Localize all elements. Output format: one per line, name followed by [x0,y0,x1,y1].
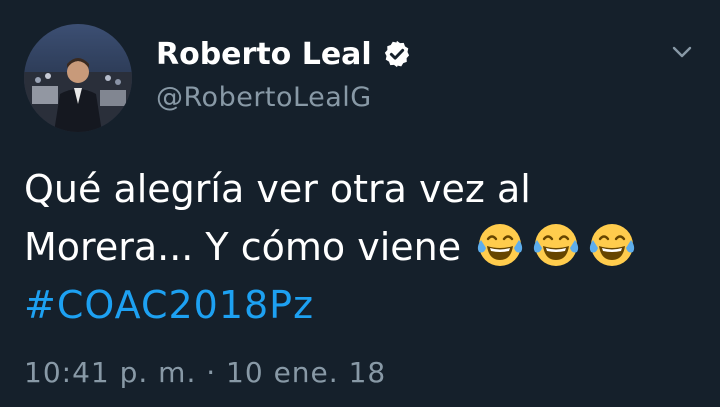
tweet-text-line-2: Morera... Y cómo viene [24,218,696,276]
tweet-card: Roberto Leal @RobertoLealG Qué alegría v… [0,0,720,407]
emoji-group [475,220,637,270]
tears-of-joy-emoji-icon [587,220,637,270]
tears-of-joy-emoji-icon [475,220,525,270]
display-name[interactable]: Roberto Leal [156,37,372,72]
tweet-timestamp[interactable]: 10:41 p. m. · 10 ene. 18 [24,356,386,389]
tears-of-joy-emoji-icon [531,220,581,270]
name-row: Roberto Leal [156,34,412,74]
tweet-text: Qué alegría ver otra vez al Morera... Y … [24,160,696,334]
chevron-down-icon[interactable] [670,40,694,64]
avatar[interactable] [24,24,132,132]
user-handle[interactable]: @RobertoLealG [156,82,412,113]
tweet-text-line-1: Qué alegría ver otra vez al [24,167,531,211]
hashtag-link[interactable]: #COAC2018Pz [24,276,696,334]
avatar-photo [24,24,132,132]
tweet-text-line-2-text: Morera... Y cómo viene [24,225,462,269]
author-block: Roberto Leal @RobertoLealG [156,34,412,113]
verified-badge-icon [382,39,412,69]
